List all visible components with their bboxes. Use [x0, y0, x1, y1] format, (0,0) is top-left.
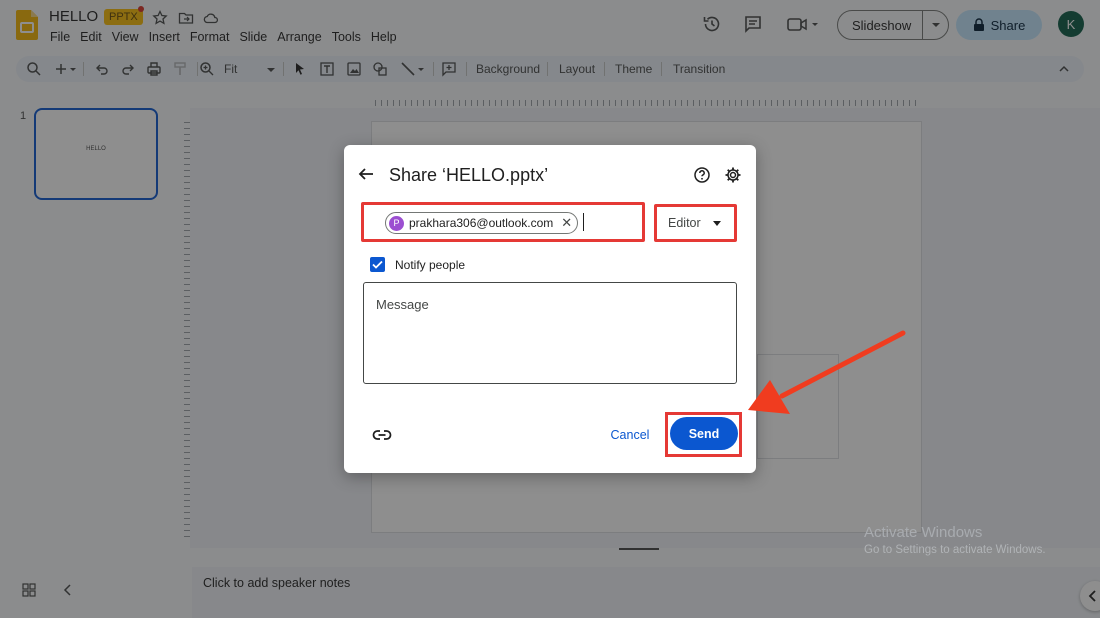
- cancel-button[interactable]: Cancel: [604, 423, 656, 447]
- recipient-email: prakhara306@outlook.com: [409, 216, 554, 230]
- copy-link-icon[interactable]: [372, 425, 392, 445]
- back-arrow-icon[interactable]: [357, 165, 375, 183]
- message-textarea[interactable]: [363, 282, 737, 384]
- notify-people-checkbox[interactable]: [370, 257, 385, 272]
- role-value: Editor: [668, 216, 701, 230]
- recipient-chip[interactable]: P prakhara306@outlook.com ✕: [385, 212, 579, 234]
- gear-icon[interactable]: [724, 166, 742, 184]
- checkmark-icon: [372, 260, 383, 269]
- caret-down-icon: [712, 220, 721, 226]
- activate-windows-subtitle: Go to Settings to activate Windows.: [864, 544, 1046, 556]
- help-icon[interactable]: [693, 166, 711, 184]
- send-button[interactable]: Send: [670, 417, 738, 450]
- activate-windows-title: Activate Windows: [864, 524, 983, 541]
- share-dialog-title: Share ‘HELLO.pptx’: [389, 165, 549, 185]
- remove-recipient-icon[interactable]: ✕: [561, 215, 572, 231]
- notify-people-label: Notify people: [395, 258, 466, 272]
- recipient-avatar: P: [389, 215, 404, 231]
- role-dropdown[interactable]: Editor: [654, 204, 737, 242]
- text-caret: [583, 213, 584, 231]
- share-dialog: Share ‘HELLO.pptx’ P prakhara306@outlook…: [344, 145, 756, 473]
- recipient-input[interactable]: P prakhara306@outlook.com ✕: [361, 202, 645, 242]
